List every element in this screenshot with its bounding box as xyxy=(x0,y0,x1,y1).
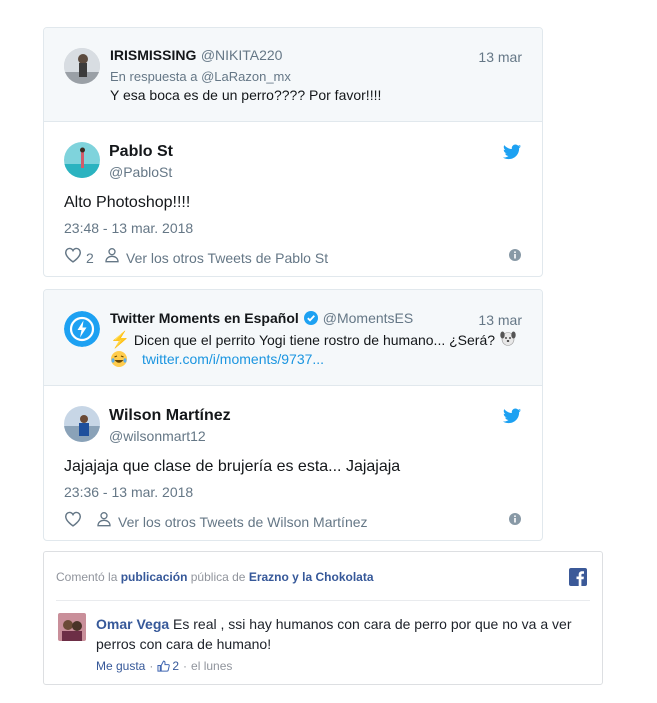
person-icon xyxy=(96,511,112,532)
heart-icon xyxy=(64,247,82,268)
twitter-bird-icon[interactable] xyxy=(503,408,521,429)
info-icon[interactable] xyxy=(509,248,521,266)
tweet-timestamp[interactable]: 23:36 - 13 mar. 2018 xyxy=(64,484,193,500)
more-tweets-link[interactable]: Ver los otros Tweets de Wilson Martínez xyxy=(96,511,368,532)
more-tweets-link[interactable]: Ver los otros Tweets de Pablo St xyxy=(104,247,328,268)
tweet-timestamp[interactable]: 23:48 - 13 mar. 2018 xyxy=(64,220,193,236)
fb-header: Comentó la publicación pública de Erazno… xyxy=(56,570,374,584)
tweet-card-pablo: IRISMISSING @NIKITA220 13 mar En respues… xyxy=(43,27,543,277)
fb-comment-body: Omar Vega Es real , ssi hay humanos con … xyxy=(96,614,596,654)
fb-comment-text-1: Es real , ssi hay humanos con cara de pe… xyxy=(173,616,572,632)
tweet-text: Jajajaja que clase de brujería es esta..… xyxy=(64,458,401,475)
fb-comment-time[interactable]: el lunes xyxy=(191,659,232,673)
person-icon xyxy=(104,247,120,268)
reply-to-handle[interactable]: @LaRazon_mx xyxy=(201,69,291,84)
author-handle[interactable]: @wilsonmart12 xyxy=(109,428,206,444)
reply-context: En respuesta a @LaRazon_mx xyxy=(110,69,291,84)
avatar-pablo[interactable] xyxy=(64,142,100,178)
like-count: 2 xyxy=(86,249,94,266)
quoted-text: Y esa boca es de un perro???? Por favor!… xyxy=(110,87,382,103)
fb-like-count[interactable]: 2 xyxy=(172,659,179,673)
lightning-emoji-icon: ⚡ xyxy=(110,331,130,349)
avatar-irismissing[interactable] xyxy=(64,48,100,84)
more-tweets-label: Ver los otros Tweets de Pablo St xyxy=(126,249,329,266)
fb-comment-text-2: perros con cara de humano! xyxy=(96,636,272,652)
twitter-bird-icon[interactable] xyxy=(503,144,521,165)
avatar-wilson[interactable] xyxy=(64,406,100,442)
fb-comment-line1: Omar Vega Es real , ssi hay humanos con … xyxy=(96,614,596,634)
author-name[interactable]: Pablo St xyxy=(109,143,173,161)
info-icon[interactable] xyxy=(509,512,521,530)
lightning-icon xyxy=(64,311,100,347)
quoted-author-name[interactable]: Twitter Moments en Español xyxy=(110,310,299,326)
dog-emoji-icon xyxy=(499,329,517,350)
fb-comment-actions: Me gusta · 2 · el lunes xyxy=(96,659,232,673)
author-name[interactable]: Wilson Martínez xyxy=(109,407,231,425)
fb-page-link[interactable]: Erazno y la Chokolata xyxy=(249,570,374,584)
facebook-comment-card: Comentó la publicación pública de Erazno… xyxy=(43,551,603,685)
separator-dot: · xyxy=(183,659,188,673)
more-tweets-label: Ver los otros Tweets de Wilson Martínez xyxy=(118,513,368,530)
quoted-author-name[interactable]: IRISMISSING xyxy=(110,47,196,63)
thumbs-up-icon xyxy=(157,660,171,672)
heart-icon xyxy=(64,511,82,531)
avatar-moments[interactable] xyxy=(64,311,100,347)
quoted-date[interactable]: 13 mar xyxy=(478,312,522,328)
separator-dot: · xyxy=(149,659,154,673)
fb-commenter-name[interactable]: Omar Vega xyxy=(96,616,169,632)
fb-like-link[interactable]: Me gusta xyxy=(96,659,145,673)
quoted-date[interactable]: 13 mar xyxy=(478,49,522,65)
author-handle[interactable]: @PabloSt xyxy=(109,164,172,180)
verified-icon xyxy=(303,311,318,325)
tweet-text: Alto Photoshop!!!! xyxy=(64,194,191,211)
quoted-header: IRISMISSING @NIKITA220 xyxy=(110,47,282,65)
fb-header-prefix: Comentó la xyxy=(56,570,118,584)
quoted-text-line1: ⚡ Dicen que el perrito Yogi tiene rostro… xyxy=(110,329,517,350)
fb-header-mid: pública de xyxy=(190,570,246,584)
quoted-tweet[interactable]: IRISMISSING @NIKITA220 13 mar En respues… xyxy=(44,28,542,122)
avatar-omar[interactable] xyxy=(58,613,86,641)
like-action[interactable] xyxy=(64,511,82,532)
quoted-author-handle[interactable]: @MomentsES xyxy=(323,310,413,326)
moment-link[interactable]: twitter.com/i/moments/9737... xyxy=(142,351,324,367)
quoted-text-line2: twitter.com/i/moments/9737... xyxy=(110,350,324,368)
divider xyxy=(56,600,590,601)
quoted-text: Dicen que el perrito Yogi tiene rostro d… xyxy=(133,331,496,348)
facebook-icon[interactable] xyxy=(569,568,587,591)
quoted-header: Twitter Moments en Español @MomentsES xyxy=(110,310,413,326)
reply-prefix: En respuesta a xyxy=(110,69,198,84)
quoted-tweet[interactable]: Twitter Moments en Español @MomentsES 13… xyxy=(44,290,542,386)
like-action[interactable]: 2 xyxy=(64,247,94,268)
laughing-emoji-icon xyxy=(110,350,128,368)
tweet-card-wilson: Twitter Moments en Español @MomentsES 13… xyxy=(43,289,543,541)
fb-publication-link[interactable]: publicación xyxy=(121,570,188,584)
quoted-author-handle[interactable]: @NIKITA220 xyxy=(201,47,283,63)
